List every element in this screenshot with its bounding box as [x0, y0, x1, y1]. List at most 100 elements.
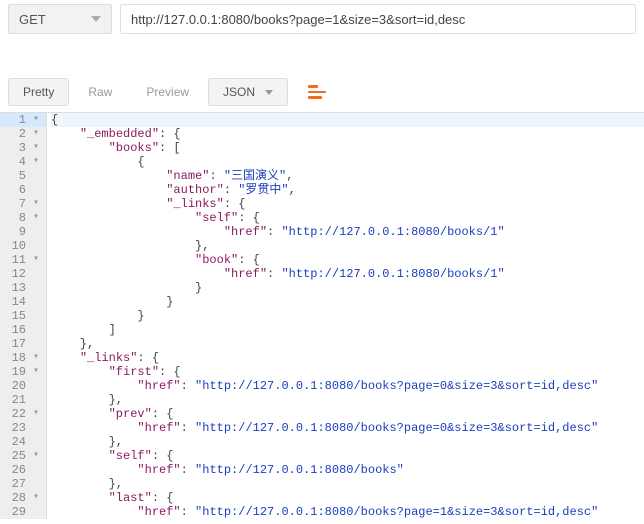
- line-number: 19: [0, 365, 28, 379]
- tab-preview[interactable]: Preview: [131, 78, 204, 106]
- fold-toggle-icon[interactable]: ▾: [28, 351, 44, 365]
- tab-raw[interactable]: Raw: [73, 78, 127, 106]
- line-number: 29: [0, 505, 28, 519]
- line-number: 27: [0, 477, 28, 491]
- line-number: 17: [0, 337, 28, 351]
- code-line: "href": "http://127.0.0.1:8080/books?pag…: [51, 505, 644, 519]
- gutter-row: 13: [0, 281, 46, 295]
- code-line: "author": "罗贯中",: [51, 183, 644, 197]
- gutter-row: 8▾: [0, 211, 46, 225]
- gutter-row: 26: [0, 463, 46, 477]
- gutter-row: 19▾: [0, 365, 46, 379]
- code-line: },: [51, 337, 644, 351]
- gutter-row: 11▾: [0, 253, 46, 267]
- code-line: "first": {: [51, 365, 644, 379]
- code-line: "books": [: [51, 141, 644, 155]
- line-number: 13: [0, 281, 28, 295]
- gutter-row: 3▾: [0, 141, 46, 155]
- gutter-row: 4▾: [0, 155, 46, 169]
- code-line: "self": {: [51, 211, 644, 225]
- fold-toggle-icon[interactable]: ▾: [28, 253, 44, 267]
- http-method-label: GET: [19, 12, 46, 27]
- code-line: "href": "http://127.0.0.1:8080/books?pag…: [51, 421, 644, 435]
- gutter-row: 14: [0, 295, 46, 309]
- line-number: 11: [0, 253, 28, 267]
- line-number: 7: [0, 197, 28, 211]
- code-line: "last": {: [51, 491, 644, 505]
- line-number: 22: [0, 407, 28, 421]
- code-line: "prev": {: [51, 407, 644, 421]
- line-number: 26: [0, 463, 28, 477]
- gutter-row: 17: [0, 337, 46, 351]
- code-line: ]: [51, 323, 644, 337]
- fold-toggle-icon[interactable]: ▾: [28, 197, 44, 211]
- gutter-row: 12: [0, 267, 46, 281]
- fold-toggle-icon[interactable]: ▾: [28, 113, 44, 127]
- gutter-row: 2▾: [0, 127, 46, 141]
- code-line: },: [51, 239, 644, 253]
- request-bar: GET: [0, 0, 644, 46]
- gutter-row: 25▾: [0, 449, 46, 463]
- wrap-lines-icon: [308, 85, 326, 99]
- gutter-row: 21: [0, 393, 46, 407]
- code-line: "href": "http://127.0.0.1:8080/books?pag…: [51, 379, 644, 393]
- code-line: },: [51, 435, 644, 449]
- line-number: 14: [0, 295, 28, 309]
- fold-toggle-icon[interactable]: ▾: [28, 407, 44, 421]
- line-number: 8: [0, 211, 28, 225]
- response-body: 1▾2▾3▾4▾567▾8▾91011▾12131415161718▾19▾20…: [0, 113, 644, 519]
- gutter-row: 22▾: [0, 407, 46, 421]
- response-toolbar: Pretty Raw Preview JSON: [0, 72, 644, 113]
- format-select[interactable]: JSON: [208, 78, 288, 106]
- line-gutter: 1▾2▾3▾4▾567▾8▾91011▾12131415161718▾19▾20…: [0, 113, 47, 519]
- line-number: 15: [0, 309, 28, 323]
- gutter-row: 28▾: [0, 491, 46, 505]
- wrap-lines-button[interactable]: [300, 78, 334, 106]
- fold-toggle-icon[interactable]: ▾: [28, 141, 44, 155]
- line-number: 21: [0, 393, 28, 407]
- line-number: 3: [0, 141, 28, 155]
- line-number: 1: [0, 113, 28, 127]
- gutter-row: 24: [0, 435, 46, 449]
- gutter-row: 7▾: [0, 197, 46, 211]
- line-number: 25: [0, 449, 28, 463]
- line-number: 18: [0, 351, 28, 365]
- line-number: 5: [0, 169, 28, 183]
- code-line: "href": "http://127.0.0.1:8080/books/1": [51, 267, 644, 281]
- code-line: "href": "http://127.0.0.1:8080/books": [51, 463, 644, 477]
- http-method-select[interactable]: GET: [8, 4, 112, 34]
- gutter-row: 1▾: [0, 113, 46, 127]
- code-line: }: [51, 281, 644, 295]
- line-number: 10: [0, 239, 28, 253]
- gutter-row: 15: [0, 309, 46, 323]
- gutter-row: 27: [0, 477, 46, 491]
- line-number: 6: [0, 183, 28, 197]
- chevron-down-icon: [265, 90, 273, 95]
- line-number: 16: [0, 323, 28, 337]
- url-input[interactable]: [120, 4, 636, 34]
- gutter-row: 29: [0, 505, 46, 519]
- code-line: "_embedded": {: [51, 127, 644, 141]
- code-line: {: [51, 155, 644, 169]
- line-number: 24: [0, 435, 28, 449]
- gutter-row: 10: [0, 239, 46, 253]
- fold-toggle-icon[interactable]: ▾: [28, 449, 44, 463]
- code-line: }: [51, 309, 644, 323]
- fold-toggle-icon[interactable]: ▾: [28, 365, 44, 379]
- tab-pretty[interactable]: Pretty: [8, 78, 69, 106]
- code-line: {: [51, 113, 644, 127]
- gutter-row: 20: [0, 379, 46, 393]
- fold-toggle-icon[interactable]: ▾: [28, 491, 44, 505]
- code-line: "book": {: [51, 253, 644, 267]
- code-line: "_links": {: [51, 197, 644, 211]
- gutter-row: 9: [0, 225, 46, 239]
- gutter-row: 6: [0, 183, 46, 197]
- fold-toggle-icon[interactable]: ▾: [28, 211, 44, 225]
- fold-toggle-icon[interactable]: ▾: [28, 155, 44, 169]
- code-line: }: [51, 295, 644, 309]
- code-content[interactable]: { "_embedded": { "books": [ { "name": "三…: [47, 113, 644, 519]
- fold-toggle-icon[interactable]: ▾: [28, 127, 44, 141]
- line-number: 20: [0, 379, 28, 393]
- line-number: 12: [0, 267, 28, 281]
- format-label: JSON: [223, 85, 255, 99]
